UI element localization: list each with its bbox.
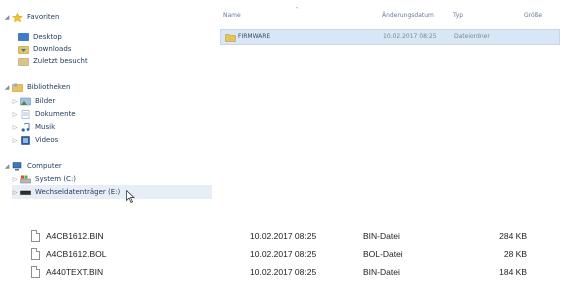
nav-label: Bilder: [35, 97, 56, 105]
expand-arrow-icon[interactable]: ◢: [4, 163, 10, 170]
nav-label: System (C:): [35, 175, 77, 183]
collapse-arrow-icon[interactable]: ▷: [12, 189, 18, 196]
computer-icon: [12, 161, 22, 170]
nav-label: Computer: [27, 162, 62, 170]
nav-item-videos[interactable]: ▷ Videos: [12, 133, 58, 147]
cell-date: 10.02.2017 08:25: [383, 33, 437, 40]
column-header-date[interactable]: Änderungsdatum: [382, 12, 434, 19]
nav-item-music[interactable]: ▷ Musik: [12, 120, 55, 134]
column-header-size[interactable]: Größe: [524, 12, 542, 19]
nav-label: Desktop: [33, 33, 62, 41]
table-row[interactable]: A4CB1612.BIN 10.02.2017 08:25 BIN-Datei …: [0, 228, 569, 246]
cell-date: 10.02.2017 08:25: [250, 231, 317, 241]
column-header-name[interactable]: Name: [223, 12, 241, 19]
nav-item-pictures[interactable]: ▷ Bilder: [12, 94, 56, 108]
nav-label: Wechseldatenträger (E:): [35, 188, 121, 196]
cell-type: BIN-Datei: [363, 231, 400, 241]
cell-name: A4CB1612.BIN: [46, 231, 104, 241]
videos-icon: [21, 135, 30, 145]
sort-caret-icon: ^: [295, 7, 300, 13]
collapse-arrow-icon[interactable]: ▷: [12, 98, 18, 105]
removable-drive-icon: [20, 190, 31, 195]
file-list-pane: ^ Name Änderungsdatum Typ Größe FIRMWARE…: [212, 0, 569, 204]
star-icon: [12, 12, 23, 22]
nav-label: Zuletzt besucht: [33, 57, 88, 65]
nav-libraries[interactable]: ◢ Bibliotheken: [4, 80, 70, 94]
cell-type: BIN-Datei: [363, 267, 400, 277]
navigation-pane: ◢ Favoriten Desktop Downloads Zuletzt be…: [0, 0, 212, 204]
cell-name: A440TEXT.BIN: [46, 267, 104, 277]
cell-date: 10.02.2017 08:25: [250, 267, 317, 277]
cell-date: 10.02.2017 08:25: [250, 249, 317, 259]
downloads-folder-icon: [18, 45, 29, 54]
documents-icon: [21, 109, 30, 119]
libraries-icon: [12, 83, 23, 92]
cell-size: 284 KB: [499, 231, 527, 241]
column-header-type[interactable]: Typ: [453, 12, 463, 19]
file-icon: [31, 266, 40, 278]
file-icon: [31, 248, 40, 260]
cell-name: FIRMWARE: [238, 33, 271, 40]
nav-label: Videos: [35, 136, 59, 144]
collapse-arrow-icon[interactable]: ▷: [12, 137, 18, 144]
recent-places-icon: [18, 57, 29, 66]
nav-item-removable-drive[interactable]: ▷ Wechseldatenträger (E:): [12, 185, 212, 199]
collapse-arrow-icon[interactable]: ▷: [12, 176, 18, 183]
drive-icon: [20, 175, 31, 183]
expand-arrow-icon[interactable]: ◢: [4, 84, 10, 91]
cell-name: A4CB1612.BOL: [46, 249, 107, 259]
nav-label: Dokumente: [35, 110, 76, 118]
file-icon: [31, 230, 40, 242]
cell-type: Dateiordner: [454, 33, 490, 40]
folder-icon: [225, 34, 236, 42]
pictures-icon: [20, 97, 31, 105]
cell-size: 184 KB: [499, 267, 527, 277]
nav-label: Musik: [35, 123, 56, 131]
nav-label: Bibliotheken: [27, 83, 71, 91]
file-listing: A4CB1612.BIN 10.02.2017 08:25 BIN-Datei …: [0, 218, 569, 286]
mouse-cursor-icon: [126, 190, 135, 203]
cell-size: 28 KB: [503, 249, 527, 259]
nav-favorites[interactable]: ◢ Favoriten: [4, 10, 59, 24]
table-row[interactable]: FIRMWARE 10.02.2017 08:25 Dateiordner: [220, 29, 560, 45]
desktop-icon: [18, 32, 29, 41]
nav-computer[interactable]: ◢ Computer: [4, 159, 62, 173]
nav-label: Favoriten: [27, 13, 60, 21]
nav-item-recent[interactable]: Zuletzt besucht: [18, 54, 88, 68]
nav-label: Downloads: [33, 45, 72, 53]
cell-type: BOL-Datei: [363, 249, 403, 259]
table-row[interactable]: A440TEXT.BIN 10.02.2017 08:25 BIN-Datei …: [0, 264, 569, 282]
collapse-arrow-icon[interactable]: ▷: [12, 124, 18, 131]
music-icon: [21, 122, 30, 132]
nav-item-system-drive[interactable]: ▷ System (C:): [12, 172, 76, 186]
table-row[interactable]: A4CB1612.BOL 10.02.2017 08:25 BOL-Datei …: [0, 246, 569, 264]
expand-arrow-icon[interactable]: ◢: [4, 14, 10, 21]
collapse-arrow-icon[interactable]: ▷: [12, 111, 18, 118]
nav-item-documents[interactable]: ▷ Dokumente: [12, 107, 76, 121]
